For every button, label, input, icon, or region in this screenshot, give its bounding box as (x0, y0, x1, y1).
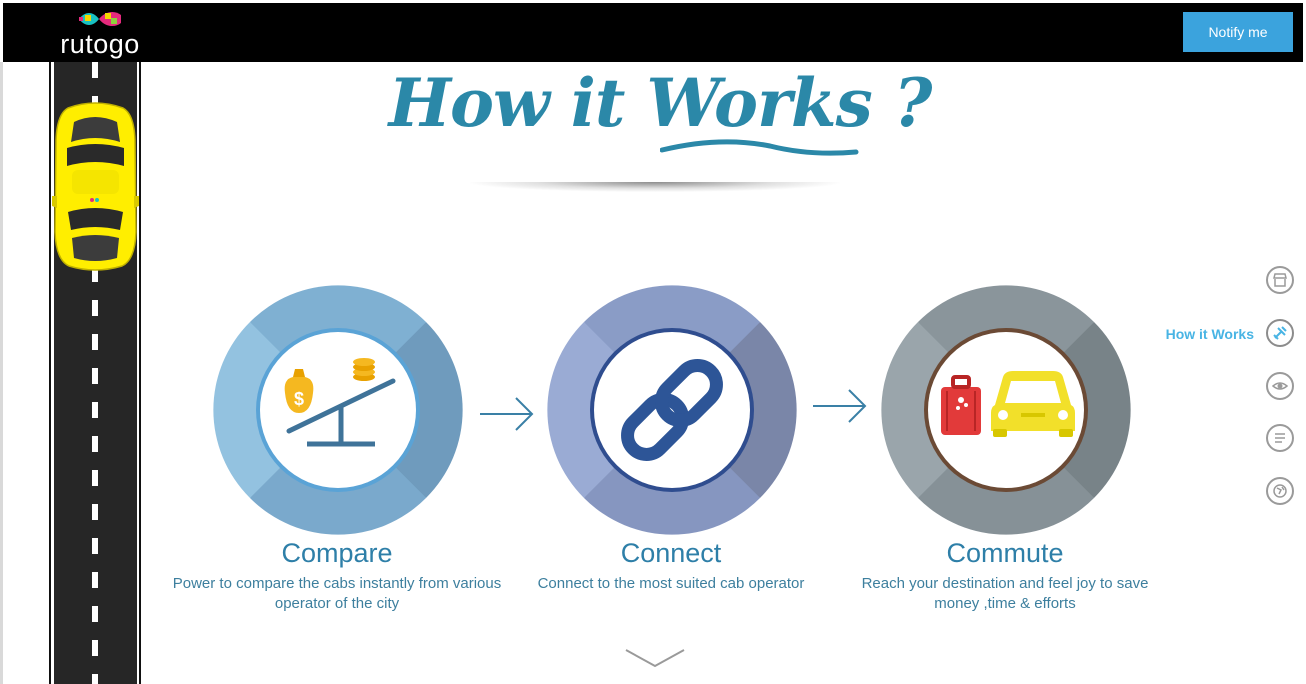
step-description-compare: Power to compare the cabs instantly from… (172, 575, 502, 612)
logo-text: rutogo (60, 29, 140, 59)
svg-text:$: $ (294, 389, 304, 409)
page-left-border (0, 62, 3, 684)
nav-tools-icon[interactable] (1266, 319, 1294, 347)
step-title-connect: Connect (620, 538, 722, 568)
nav-active-label[interactable]: How it Works (1166, 326, 1254, 342)
top-header: rutogo Notify me (3, 3, 1303, 62)
compare-circle: $ (213, 285, 463, 535)
step-description-commute: Reach your destination and feel joy to s… (861, 575, 1149, 612)
arrow-right-icon (813, 389, 867, 423)
title-swash (660, 139, 859, 156)
nav-eye-icon[interactable] (1266, 372, 1294, 400)
nav-store-icon[interactable] (1266, 266, 1294, 294)
title-shadow-divider (470, 182, 840, 192)
arrow-right-icon (480, 397, 534, 431)
step-title-compare: Compare (281, 538, 393, 568)
connect-circle (547, 285, 797, 535)
nav-list-icon[interactable] (1266, 424, 1294, 452)
logo-mark-icon (79, 11, 121, 27)
nav-globe-icon[interactable] (1266, 477, 1294, 505)
yellow-car-icon (52, 102, 139, 271)
section-title-block: How it Works ? (370, 64, 950, 169)
scroll-down-chevron-icon[interactable] (624, 646, 686, 670)
side-navigation: How it Works (1086, 262, 1306, 522)
step-description-connect: Connect to the most suited cab operator (537, 575, 805, 592)
rutogo-logo[interactable]: rutogo (55, 7, 145, 61)
notify-me-button[interactable]: Notify me (1183, 12, 1293, 52)
step-title-commute: Commute (946, 538, 1064, 568)
